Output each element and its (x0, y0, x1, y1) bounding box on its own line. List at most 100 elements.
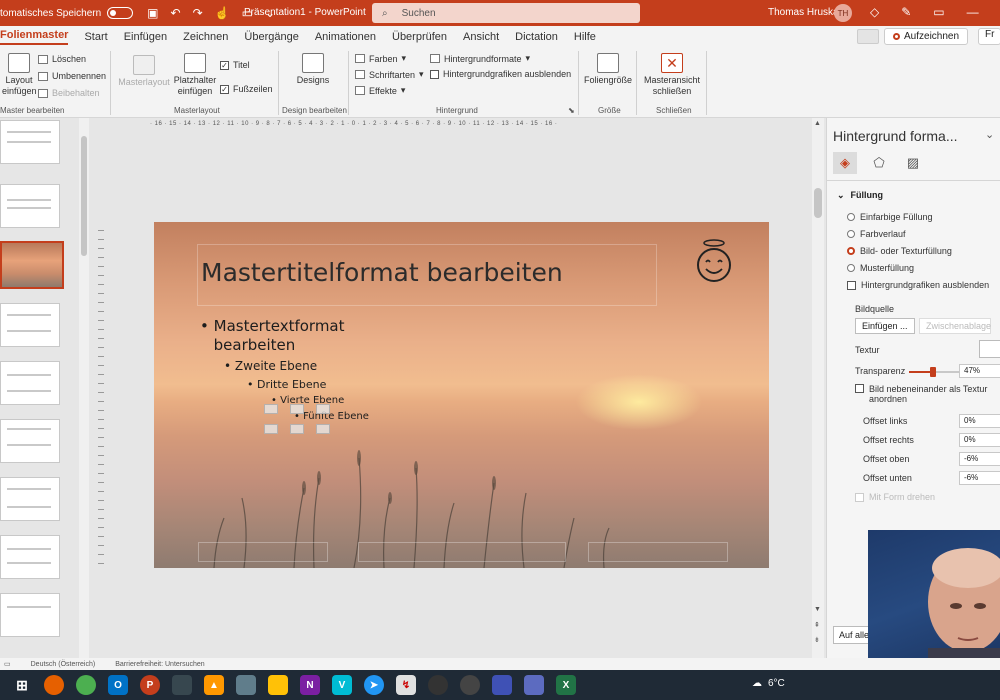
thumbnail-slide[interactable] (0, 419, 60, 463)
weather-widget[interactable]: ☁ 6°C (752, 678, 785, 689)
tab-animationen[interactable]: Animationen (315, 31, 376, 43)
footer-placeholder[interactable] (358, 542, 566, 562)
firefox-icon[interactable] (44, 675, 64, 695)
slide-canvas[interactable]: Mastertitelformat bearbeiten • Mastertex… (154, 222, 769, 568)
bullet-level-1[interactable]: • Mastertextformat bearbeiten (200, 317, 364, 355)
autosave-toggle[interactable] (107, 7, 134, 19)
radio-solid-fill[interactable]: Einfarbige Füllung (847, 212, 933, 222)
hide-bg-graphics-pane-checkbox[interactable]: Hintergrundgrafiken ausblenden (847, 280, 989, 290)
spellcheck-icon[interactable]: ▭ (4, 660, 11, 668)
undo-icon[interactable]: ↶ (171, 6, 181, 20)
search-box[interactable]: ⌕ Suchen (372, 3, 640, 23)
chart-icon[interactable] (290, 404, 304, 414)
app-icon[interactable] (460, 675, 480, 695)
redo-icon[interactable]: ↷ (193, 6, 203, 20)
picture-icon[interactable]: ▨ (901, 152, 925, 174)
windows-start-icon[interactable]: ⊞ (12, 675, 32, 695)
app-icon[interactable]: ↯ (396, 675, 416, 695)
colors-dropdown[interactable]: Farben ▾ (355, 53, 406, 64)
radio-pattern[interactable]: Musterfüllung (847, 263, 914, 273)
pen-icon[interactable]: ✎ (901, 5, 911, 19)
thumbnail-slide[interactable] (0, 593, 60, 637)
pentagon-effects-icon[interactable]: ⬠ (867, 152, 891, 174)
layout-insert-button[interactable]: Layout einfügen (2, 53, 37, 97)
designs-button[interactable]: Designs (296, 53, 330, 86)
radio-picture-texture[interactable]: Bild- oder Texturfüllung (847, 246, 952, 256)
app-icon[interactable] (492, 675, 512, 695)
rotate-with-shape-checkbox[interactable]: Mit Form drehen (855, 492, 935, 502)
placeholder-insert-button[interactable]: Platzhalter einfügen (172, 53, 218, 97)
app-icon[interactable] (268, 675, 288, 695)
fonts-dropdown[interactable]: Schriftarten ▾ (355, 69, 424, 80)
smiley-icon[interactable] (694, 238, 734, 284)
tab-start[interactable]: Start (84, 31, 107, 43)
slide-title[interactable]: Mastertitelformat bearbeiten (201, 258, 563, 287)
slide-size-button[interactable]: Foliengröße (584, 53, 632, 86)
close-master-view-button[interactable]: ✕ Masteransicht schließen (642, 53, 702, 97)
tab-ansicht[interactable]: Ansicht (463, 31, 499, 43)
vlc-icon[interactable]: ▲ (204, 675, 224, 695)
table-icon[interactable] (264, 404, 278, 414)
smartart-icon[interactable] (316, 404, 330, 414)
thumbnail-scrollbar[interactable] (79, 118, 89, 658)
thumbnail-slide[interactable] (0, 361, 60, 405)
slider-knob[interactable] (929, 367, 936, 377)
chevron-down-icon[interactable]: ⌄ (985, 128, 994, 141)
keep-button[interactable]: Beibehalten (38, 88, 100, 98)
chrome-icon[interactable] (76, 675, 96, 695)
transparency-slider[interactable] (909, 367, 959, 377)
app-icon[interactable] (236, 675, 256, 695)
powerpoint-icon[interactable]: P (140, 675, 160, 695)
record-button[interactable]: Aufzeichnen (884, 28, 969, 45)
outlook-icon[interactable]: O (108, 675, 128, 695)
ribbon-display-icon[interactable]: ▭ (933, 5, 944, 19)
offset-top-input[interactable]: -6% (959, 452, 1000, 466)
user-name[interactable]: Thomas Hruska (768, 7, 839, 18)
app-icon[interactable] (524, 675, 544, 695)
thumbnail-slide[interactable] (0, 535, 60, 579)
tab-einfuegen[interactable]: Einfügen (124, 31, 167, 43)
rename-button[interactable]: Umbenennen (38, 71, 106, 81)
clipboard-button[interactable]: Zwischenablage (919, 318, 991, 334)
bullet-level-3[interactable]: • Dritte Ebene (247, 378, 326, 391)
share-button[interactable]: Fr (978, 28, 1000, 45)
date-placeholder[interactable] (198, 542, 328, 562)
avatar[interactable]: TH (834, 4, 852, 22)
main-scrollbar[interactable]: ▲ ▼ ⇞ ⇟ (812, 118, 824, 658)
transparency-input[interactable]: 47% (959, 364, 1000, 378)
bullet-level-2[interactable]: • Zweite Ebene (224, 359, 317, 373)
onenote-icon[interactable]: N (300, 675, 320, 695)
insert-image-button[interactable]: Einfügen ... (855, 318, 915, 334)
thumbnail-slide[interactable] (0, 477, 60, 521)
app-icon[interactable] (428, 675, 448, 695)
thumbnail-slide-active[interactable] (0, 241, 64, 289)
thumbnail-slide[interactable] (0, 184, 60, 228)
fill-bucket-icon[interactable]: ◈ (833, 152, 857, 174)
scrollbar-thumb[interactable] (81, 136, 87, 256)
background-formats-dropdown[interactable]: Hintergrundformate ▾ (430, 53, 530, 64)
title-checkbox[interactable]: ✓ Titel (220, 60, 250, 70)
tab-hilfe[interactable]: Hilfe (574, 31, 596, 43)
offset-right-input[interactable]: 0% (959, 433, 1000, 447)
delete-button[interactable]: Löschen (38, 54, 86, 64)
hide-bg-graphics-checkbox[interactable]: Hintergrundgrafiken ausblenden (430, 69, 571, 79)
master-layout-button[interactable]: Masterlayout (118, 55, 170, 88)
dialog-launcher-icon[interactable]: ⬊ (568, 106, 575, 115)
radio-gradient[interactable]: Farbverlauf (847, 229, 906, 239)
tab-dictation[interactable]: Dictation (515, 31, 558, 43)
footer-checkbox[interactable]: ✓ Fußzeilen (220, 84, 273, 94)
vivaldi-icon[interactable]: V (332, 675, 352, 695)
online-picture-icon[interactable] (290, 424, 304, 434)
tab-uebergaenge[interactable]: Übergänge (244, 31, 298, 43)
scrollbar-thumb[interactable] (814, 188, 822, 218)
diamond-icon[interactable]: ◇ (870, 5, 879, 19)
thumbnail-slide[interactable] (0, 303, 60, 347)
tile-checkbox[interactable]: Bild nebeneinander als Textur anordnen (855, 384, 995, 404)
tab-zeichnen[interactable]: Zeichnen (183, 31, 228, 43)
slide-number-placeholder[interactable] (588, 542, 728, 562)
telegram-icon[interactable]: ➤ (364, 675, 384, 695)
scroll-up-icon[interactable]: ▲ (814, 120, 821, 127)
offset-bottom-input[interactable]: -6% (959, 471, 1000, 485)
thumbnail-slide[interactable] (0, 120, 60, 164)
language-status[interactable]: Deutsch (Österreich) (31, 661, 96, 668)
